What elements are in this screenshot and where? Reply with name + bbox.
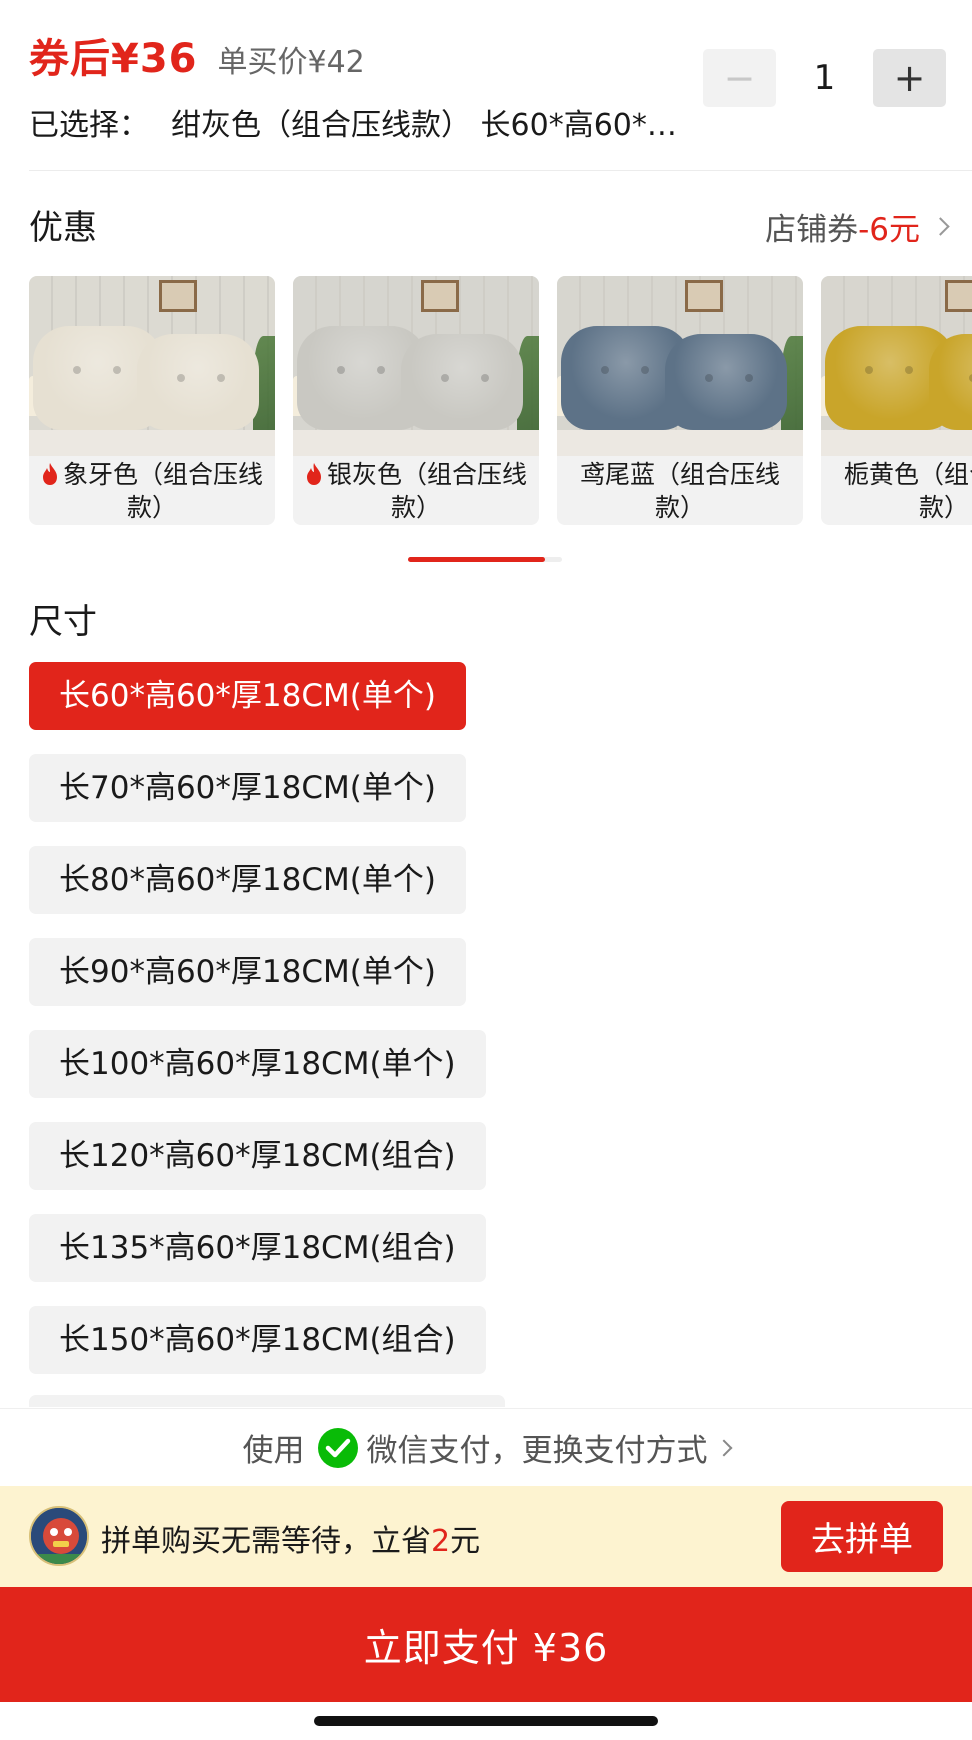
color-option-image bbox=[29, 276, 275, 456]
group-buy-banner: 拼单购买无需等待，立省2元 去拼单 bbox=[0, 1486, 972, 1587]
color-option-image bbox=[821, 276, 972, 456]
size-option-2[interactable]: 长70*高60*厚18CM(单个) bbox=[29, 754, 466, 822]
chevron-right-icon bbox=[931, 217, 950, 236]
carousel-scroll-indicator bbox=[408, 557, 562, 562]
size-option-1[interactable]: 长60*高60*厚18CM(单个) bbox=[29, 662, 466, 730]
home-indicator bbox=[314, 1716, 658, 1726]
quantity-value[interactable]: 1 bbox=[776, 58, 873, 98]
group-buy-text: 拼单购买无需等待，立省2元 bbox=[101, 1516, 480, 1560]
pay-now-button[interactable]: 立即支付 ¥36 bbox=[0, 1587, 972, 1702]
color-option-image bbox=[557, 276, 803, 456]
color-option-text: 鸢尾蓝（组合压线款） bbox=[579, 460, 780, 522]
group-text-after: 元 bbox=[450, 1524, 481, 1559]
group-text-before: 拼单购买无需等待，立省 bbox=[101, 1524, 431, 1559]
group-buy-button[interactable]: 去拼单 bbox=[781, 1501, 943, 1572]
price-row: 券后¥36 单买价¥42 bbox=[29, 26, 365, 84]
selected-value: 绀灰色（组合压线款） 长60*高60*… bbox=[171, 108, 677, 143]
store-coupon-link[interactable]: 店铺券 -6元 bbox=[765, 204, 950, 249]
color-option-card[interactable]: 栀黄色（组合压线款） bbox=[821, 276, 972, 525]
color-option-label: 栀黄色（组合压线款） bbox=[821, 456, 972, 525]
size-option-partial[interactable] bbox=[29, 1395, 505, 1407]
promo-title: 优惠 bbox=[29, 208, 97, 248]
color-option-text: 栀黄色（组合压线款） bbox=[843, 460, 972, 522]
selected-summary: 已选择： 绀灰色（组合压线款） 长60*高60*… bbox=[29, 100, 679, 144]
divider bbox=[29, 170, 972, 171]
single-buy-price: 单买价¥42 bbox=[217, 45, 365, 80]
color-option-card[interactable]: 象牙色（组合压线款） bbox=[29, 276, 275, 525]
color-track: 象牙色（组合压线款） 银灰色（组合压线款） 鸢尾蓝（组合压线款） 栀黄色（组合压线款） bbox=[29, 276, 972, 525]
quantity-stepper: − 1 + bbox=[703, 49, 946, 107]
color-option-image bbox=[293, 276, 539, 456]
hot-flame-icon bbox=[42, 463, 57, 485]
payment-prefix: 使用 bbox=[242, 1433, 305, 1469]
color-options-carousel[interactable]: 象牙色（组合压线款） 银灰色（组合压线款） 鸢尾蓝（组合压线款） 栀黄色（组合压线款） bbox=[29, 276, 972, 526]
color-option-text: 银灰色（组合压线款） bbox=[326, 460, 527, 522]
size-option-8[interactable]: 长150*高60*厚18CM(组合) bbox=[29, 1306, 486, 1374]
coupon-value: -6元 bbox=[858, 212, 920, 248]
size-options-list: 长60*高60*厚18CM(单个) 长70*高60*厚18CM(单个) 长80*高6… bbox=[29, 662, 486, 1398]
size-option-6[interactable]: 长120*高60*厚18CM(组合) bbox=[29, 1122, 486, 1190]
selected-label: 已选择： bbox=[29, 108, 149, 143]
scroll-indicator-thumb bbox=[408, 557, 546, 562]
payment-method-text: 微信支付，更换支付方式 bbox=[366, 1433, 708, 1469]
size-option-5[interactable]: 长100*高60*厚18CM(单个) bbox=[29, 1030, 486, 1098]
group-save-amount: 2 bbox=[431, 1524, 451, 1559]
size-option-3[interactable]: 长80*高60*厚18CM(单个) bbox=[29, 846, 466, 914]
chevron-right-icon bbox=[715, 1439, 732, 1456]
color-option-label: 象牙色（组合压线款） bbox=[29, 456, 275, 525]
color-option-text: 象牙色（组合压线款） bbox=[62, 460, 263, 522]
color-option-label: 鸢尾蓝（组合压线款） bbox=[557, 456, 803, 525]
quantity-increase-button[interactable]: + bbox=[873, 49, 946, 107]
color-option-card[interactable]: 鸢尾蓝（组合压线款） bbox=[557, 276, 803, 525]
coupon-price: 券后¥36 bbox=[29, 36, 198, 82]
sku-selector-page: 券后¥36 单买价¥42 − 1 + 已选择： 绀灰色（组合压线款） 长60*高6… bbox=[0, 0, 972, 1740]
hot-flame-icon bbox=[306, 463, 321, 485]
wechat-pay-icon bbox=[317, 1427, 358, 1468]
size-option-7[interactable]: 长135*高60*厚18CM(组合) bbox=[29, 1214, 486, 1282]
payment-method-row[interactable]: 使用 微信支付，更换支付方式 bbox=[0, 1408, 972, 1486]
size-section-title: 尺寸 bbox=[29, 602, 97, 642]
color-option-card[interactable]: 银灰色（组合压线款） bbox=[293, 276, 539, 525]
coupon-label: 店铺券 bbox=[765, 212, 859, 248]
quantity-decrease-button[interactable]: − bbox=[703, 49, 776, 107]
avatar bbox=[29, 1506, 89, 1566]
size-option-4[interactable]: 长90*高60*厚18CM(单个) bbox=[29, 938, 466, 1006]
color-option-label: 银灰色（组合压线款） bbox=[293, 456, 539, 525]
